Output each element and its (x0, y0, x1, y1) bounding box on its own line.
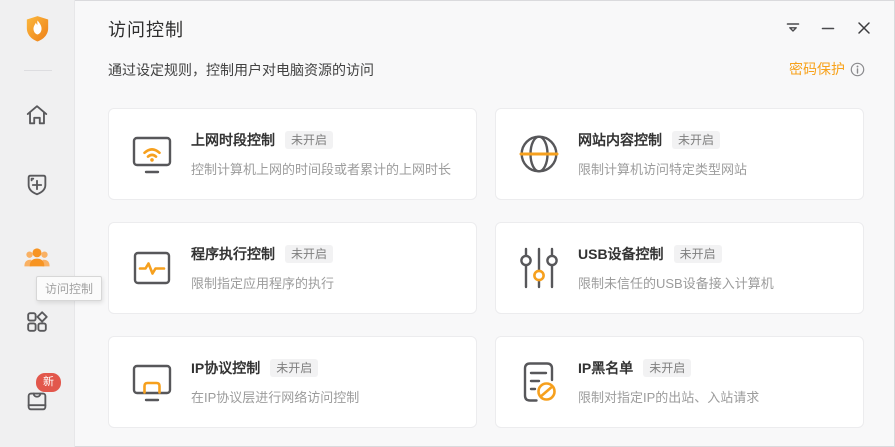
card-description: 在IP协议层进行网络访问控制 (191, 390, 360, 405)
sidebar-item-home[interactable] (21, 99, 53, 131)
main-menu-button[interactable] (784, 19, 802, 37)
status-badge: 未开启 (270, 359, 319, 377)
monitor-wifi-icon (132, 136, 172, 174)
page-title: 访问控制 (108, 20, 184, 40)
sidebar: 新 (0, 0, 75, 447)
app-window: 新 访问控制 访问控制 通过设定规则，控制用户对电脑资源的访问 密码保护 上网时… (0, 0, 895, 447)
close-button[interactable] (855, 19, 873, 37)
card-website-content-control[interactable]: 网站内容控制 未开启 限制计算机访问特定类型网站 (495, 108, 864, 200)
new-feature-badge: 新 (36, 373, 61, 392)
card-title: 上网时段控制 (191, 132, 275, 148)
card-ip-protocol-control[interactable]: IP协议控制 未开启 在IP协议层进行网络访问控制 (108, 336, 477, 428)
status-badge: 未开启 (285, 131, 334, 149)
list-block-icon (523, 362, 556, 402)
password-protect-link[interactable]: 密码保护 (789, 59, 865, 79)
monitor-window-icon (132, 364, 172, 402)
card-description: 限制指定应用程序的执行 (191, 276, 335, 291)
card-title: 程序执行控制 (191, 246, 275, 262)
sidebar-item-access-control[interactable] (21, 241, 53, 273)
users-group-icon (24, 248, 50, 267)
status-badge: 未开启 (673, 245, 722, 263)
app-grid-icon (27, 311, 48, 332)
status-badge: 未开启 (285, 245, 334, 263)
main-menu-icon (786, 23, 800, 32)
password-protect-label: 密码保护 (789, 61, 845, 77)
shield-flame-logo (26, 16, 49, 42)
home-icon (26, 105, 48, 125)
card-internet-time-control[interactable]: 上网时段控制 未开启 控制计算机上网的时间段或者累计的上网时长 (108, 108, 477, 200)
sidebar-item-extensions[interactable] (21, 306, 53, 338)
sidebar-item-protection[interactable] (21, 169, 53, 201)
info-circle-icon (850, 62, 865, 76)
card-title: 网站内容控制 (578, 132, 662, 148)
sliders-icon (520, 247, 558, 289)
card-title: IP黑名单 (578, 360, 634, 376)
status-badge: 未开启 (672, 131, 721, 149)
access-control-tooltip: 访问控制 (36, 276, 103, 301)
minimize-icon (821, 27, 835, 30)
control-cards-grid: 上网时段控制 未开启 控制计算机上网的时间段或者累计的上网时长 网站内容控制 未… (108, 108, 864, 428)
card-ip-blacklist[interactable]: IP黑名单 未开启 限制对指定IP的出站、入站请求 (495, 336, 864, 428)
card-description: 限制对指定IP的出站、入站请求 (578, 390, 760, 405)
globe-icon (519, 135, 559, 173)
card-program-execution-control[interactable]: 程序执行控制 未开启 限制指定应用程序的执行 (108, 222, 477, 314)
shield-plus-icon (27, 174, 47, 196)
card-usb-device-control[interactable]: USB设备控制 未开启 限制未信任的USB设备接入计算机 (495, 222, 864, 314)
minimize-button[interactable] (819, 19, 837, 37)
status-badge: 未开启 (643, 359, 692, 377)
window-pulse-icon (133, 251, 171, 285)
card-description: 控制计算机上网的时间段或者累计的上网时长 (191, 162, 452, 177)
card-title: USB设备控制 (578, 246, 664, 262)
card-title: IP协议控制 (191, 360, 261, 376)
card-description: 限制未信任的USB设备接入计算机 (578, 276, 774, 291)
page-subtitle: 通过设定规则，控制用户对电脑资源的访问 (108, 62, 374, 78)
card-description: 限制计算机访问特定类型网站 (578, 162, 748, 177)
sidebar-divider (24, 70, 52, 71)
close-icon (858, 22, 870, 34)
